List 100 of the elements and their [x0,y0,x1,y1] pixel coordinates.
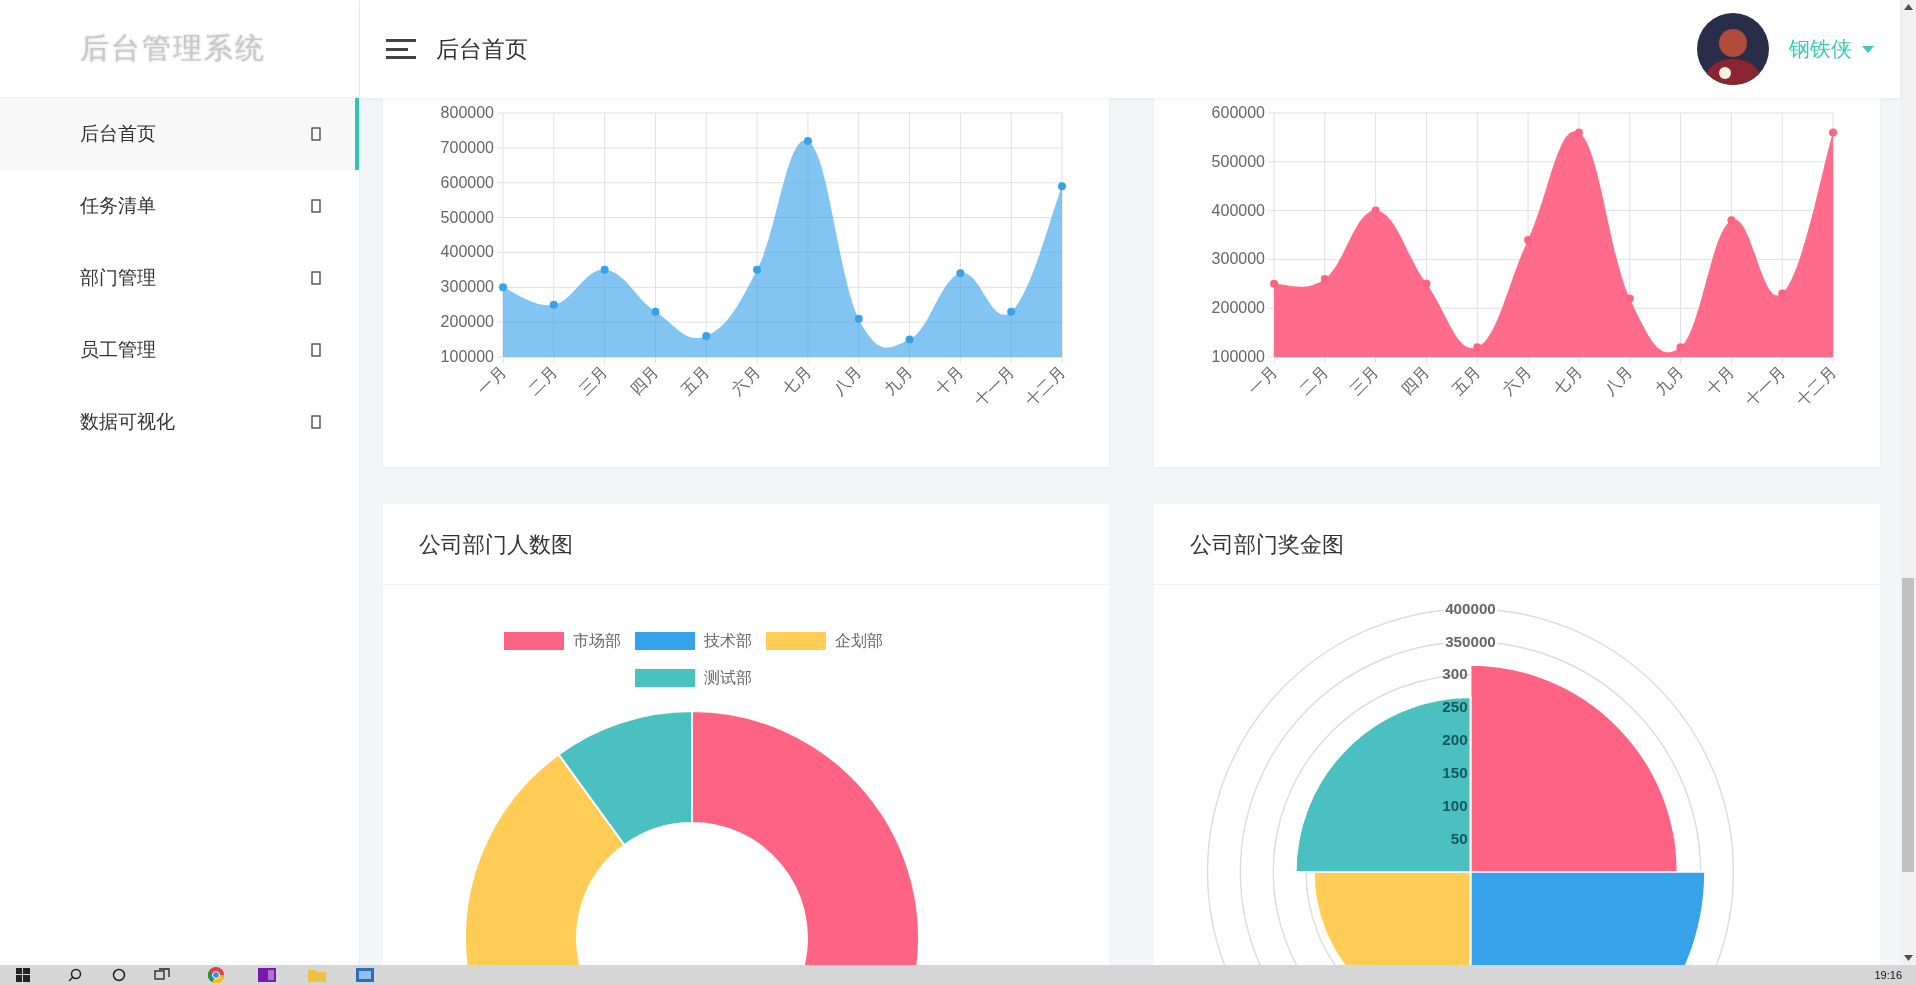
data-point [1270,279,1278,288]
axis-label: 200000 [1211,299,1265,317]
data-point [1422,279,1431,288]
data-point [702,332,711,341]
axis-label: 100 [1442,796,1468,814]
axis-label: 九月 [881,363,916,398]
box-icon [311,271,321,285]
axis-label: 四月 [1397,363,1433,398]
clock-time: 19:16 [1874,967,1902,983]
menu-item[interactable]: 数据可视化 [0,386,359,458]
scrollbar[interactable] [1900,0,1916,965]
axis-label: 六月 [728,363,764,398]
data-point [1778,289,1787,298]
axis-label: 四月 [626,363,662,398]
data-point [1676,343,1685,352]
box-icon [311,127,321,141]
data-point [854,314,863,323]
data-point [803,136,812,145]
task-view-icon[interactable] [154,968,170,982]
axis-label: 九月 [1652,363,1687,398]
axis-label: 二月 [525,363,560,398]
axis-label: 十一月 [971,363,1018,410]
data-point [1574,128,1583,137]
box-icon [311,199,321,213]
axis-label: 50 [1450,829,1468,847]
box-icon [311,343,321,357]
data-point [1524,235,1533,244]
axis-label: 600000 [440,173,494,191]
legend-label: 技术部 [703,631,752,651]
axis-label: 200000 [440,313,494,331]
search-icon[interactable] [68,968,82,982]
data-point [600,265,609,274]
card-title: 公司部门人数图 [419,530,573,559]
app-icon[interactable] [356,967,374,983]
axis-label: 一月 [1245,363,1281,398]
axis-label: 十二月 [1022,363,1069,410]
axis-label: 400000 [440,243,494,261]
notebook-icon[interactable] [258,967,276,983]
data-point [1473,343,1482,352]
axis-label: 400000 [1445,599,1496,617]
data-point [549,300,558,309]
legend-label: 测试部 [703,668,752,688]
axis-label: 六月 [1499,363,1535,398]
axis-label: 十月 [1702,363,1738,398]
data-point [1007,307,1016,316]
axis-label: 300 [1442,665,1468,683]
caret-icon [1862,45,1874,53]
data-point [1058,182,1066,191]
round-app-icon[interactable] [208,967,224,983]
axis-label: 150 [1442,764,1468,782]
axis-label: 八月 [1601,363,1636,398]
axis-label: 十月 [931,363,967,398]
axis-label: 100000 [440,348,494,365]
axis-label: 二月 [1296,363,1331,398]
axis-label: 七月 [779,363,815,398]
axis-label: 800000 [440,104,494,121]
legend-label: 市场部 [572,631,621,651]
axis-label: 三月 [576,363,611,398]
box-icon [311,415,321,429]
ring-icon[interactable] [112,968,126,982]
scrollbar-thumb[interactable] [1902,578,1914,872]
data-point [1625,294,1634,303]
axis-label: 700000 [440,138,494,156]
axis-label: 300000 [440,278,494,296]
data-point [1371,206,1380,215]
axis-label: 200 [1442,731,1468,749]
data-point [651,307,660,316]
scroll-up-icon[interactable] [1903,4,1913,10]
axis-label: 500000 [440,208,494,226]
scroll-down-icon[interactable] [1903,955,1913,961]
start-icon[interactable] [16,968,30,982]
data-point [499,283,507,292]
data-point [1829,128,1837,137]
axis-label: 三月 [1347,363,1382,398]
data-point [956,269,965,278]
axis-label: 300000 [1211,250,1265,268]
axis-label: 350000 [1445,632,1496,650]
menu-item[interactable]: 后台首页 [0,98,359,170]
axis-label: 五月 [1448,363,1484,398]
menu-item[interactable]: 部门管理 [0,242,359,314]
menu-item[interactable]: 任务清单 [0,170,359,242]
axis-label: 100000 [1211,348,1265,365]
legend-label: 企划部 [834,631,883,651]
menu-item[interactable]: 员工管理 [0,314,359,386]
axis-label: 五月 [677,363,713,398]
card-title: 公司部门奖金图 [1190,530,1344,559]
axis-label: 一月 [474,363,510,398]
data-point [905,335,914,344]
axis-label: 600000 [1211,104,1265,121]
axis-label: 250 [1442,698,1468,716]
page-title: 后台首页 [436,34,528,64]
data-point [1727,216,1736,225]
axis-label: 400000 [1211,201,1265,219]
data-point [753,265,762,274]
data-point [1320,274,1329,283]
axis-label: 十一月 [1742,363,1789,410]
axis-label: 七月 [1550,363,1586,398]
axis-label: 十二月 [1793,363,1840,410]
menu-icon[interactable] [386,38,416,60]
axis-label: 八月 [830,363,865,398]
